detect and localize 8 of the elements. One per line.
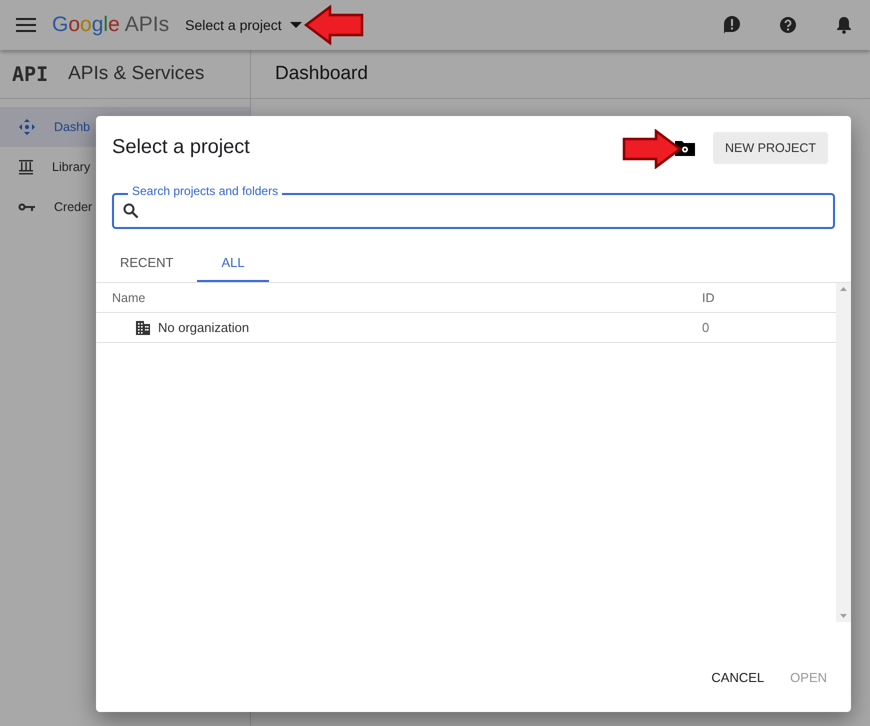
column-header: Name bbox=[112, 290, 146, 304]
column-header: ID bbox=[702, 290, 714, 304]
page-title: Dashboard bbox=[275, 63, 368, 85]
api-logo: API bbox=[12, 62, 48, 86]
table-cell: 0 bbox=[702, 320, 710, 335]
section-title: APIs & Services bbox=[68, 63, 204, 85]
search-label: Search projects and folders bbox=[128, 184, 282, 198]
dialog-title: Select a project bbox=[112, 136, 250, 158]
